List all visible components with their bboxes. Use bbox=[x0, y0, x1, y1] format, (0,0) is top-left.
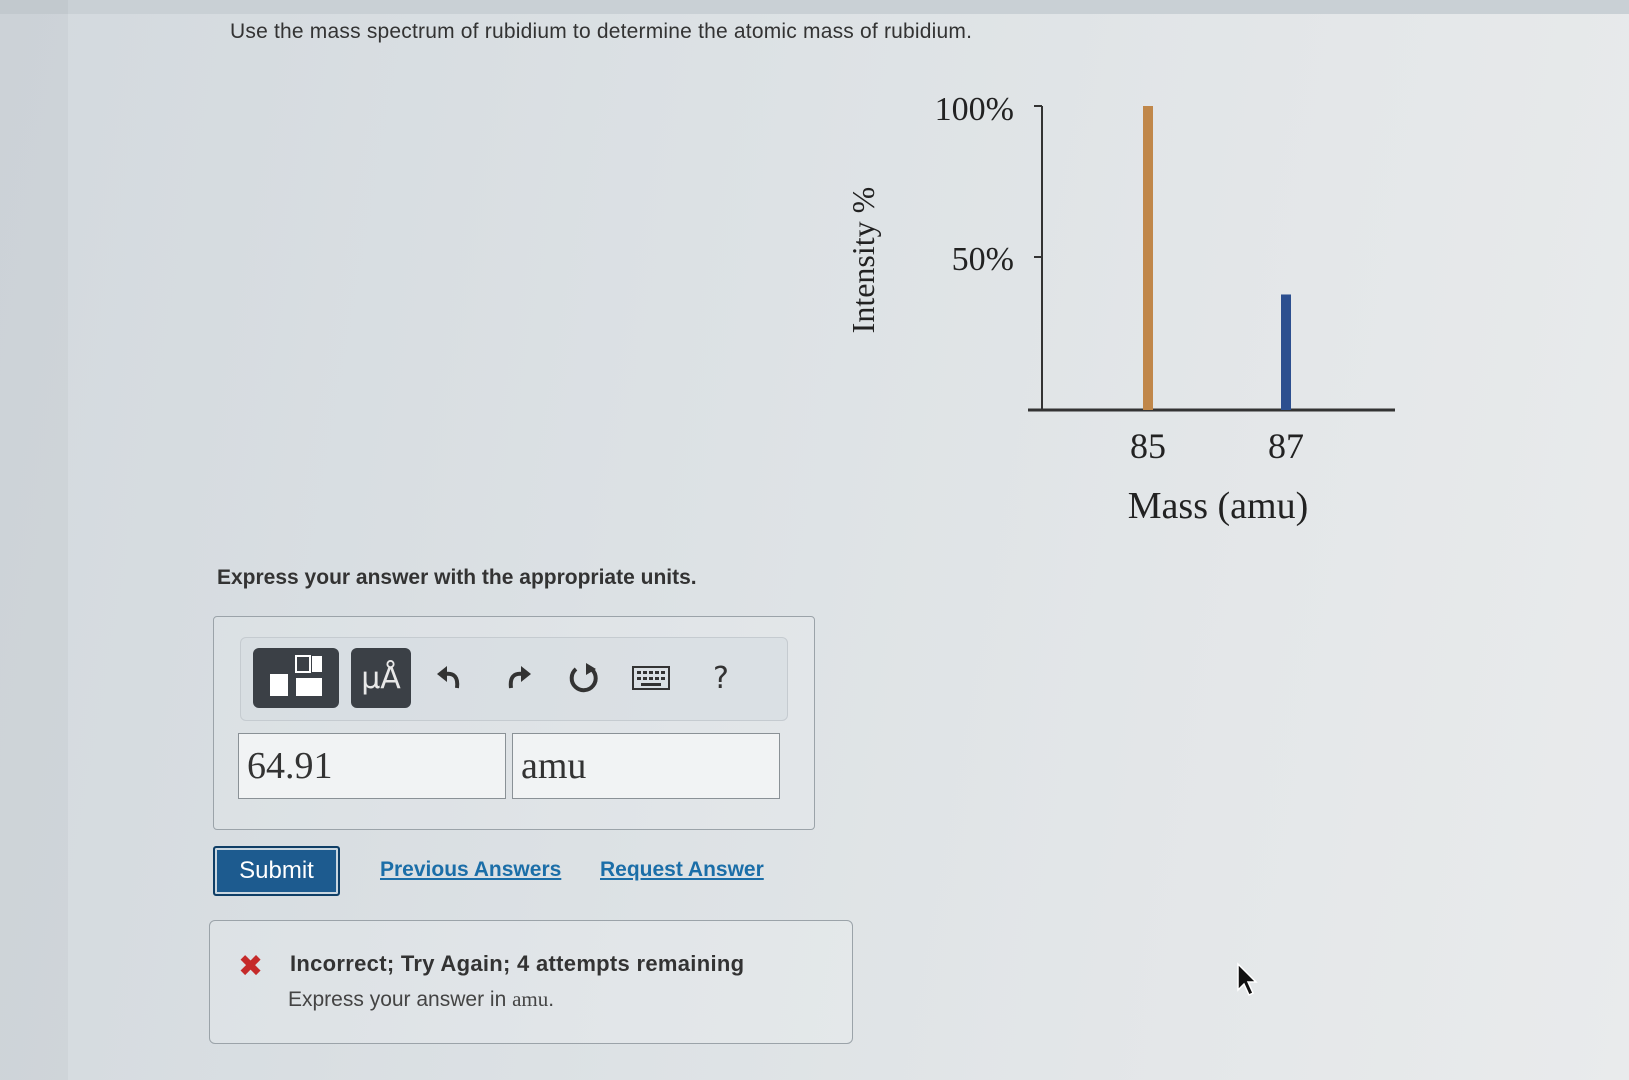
incorrect-x-icon: ✖ bbox=[238, 950, 264, 983]
answer-units-input[interactable]: amu bbox=[512, 733, 780, 799]
instructions-text: Express your answer with the appropriate… bbox=[217, 566, 697, 589]
top-bar bbox=[0, 0, 1629, 14]
x-tick-85: 85 bbox=[1130, 426, 1166, 466]
x-axis-label: Mass (amu) bbox=[1128, 485, 1308, 527]
feedback-detail-prefix: Express your answer in bbox=[288, 988, 513, 1011]
bar-87 bbox=[1281, 294, 1291, 410]
templates-icon bbox=[270, 655, 322, 696]
mass-spectrum-chart: Intensity % 100% 50% 85 87 Mass (amu) bbox=[840, 80, 1420, 545]
undo-button[interactable] bbox=[429, 656, 473, 700]
feedback-detail-unit: amu bbox=[512, 987, 549, 1011]
left-margin bbox=[0, 0, 68, 1080]
templates-button[interactable] bbox=[253, 648, 339, 708]
reset-button[interactable] bbox=[561, 656, 605, 700]
bar-85 bbox=[1143, 106, 1153, 410]
math-toolbar: µÅ ? bbox=[240, 637, 788, 721]
help-label: ? bbox=[713, 660, 729, 696]
reset-icon bbox=[569, 663, 598, 693]
answer-value-input[interactable]: 64.91 bbox=[238, 733, 506, 799]
x-tick-87: 87 bbox=[1268, 426, 1304, 466]
request-answer-link[interactable]: Request Answer bbox=[600, 858, 764, 882]
undo-icon bbox=[437, 666, 460, 689]
units-button[interactable]: µÅ bbox=[351, 648, 411, 708]
answer-panel: µÅ ? 64.91 amu bbox=[213, 616, 815, 830]
feedback-detail: Express your answer in amu. bbox=[288, 987, 554, 1012]
y-tick-100: 100% bbox=[935, 91, 1014, 128]
feedback-panel: ✖ Incorrect; Try Again; 4 attempts remai… bbox=[209, 920, 853, 1044]
units-label: µÅ bbox=[361, 660, 401, 696]
keyboard-icon bbox=[632, 666, 670, 690]
mouse-cursor-icon bbox=[1236, 962, 1260, 1003]
help-button[interactable]: ? bbox=[699, 656, 743, 700]
feedback-detail-suffix: . bbox=[548, 988, 555, 1011]
question-text: Use the mass spectrum of rubidium to det… bbox=[230, 20, 973, 43]
redo-icon bbox=[508, 666, 531, 689]
y-axis-label: Intensity % bbox=[845, 187, 881, 334]
feedback-title: Incorrect; Try Again; 4 attempts remaini… bbox=[290, 951, 745, 976]
keyboard-button[interactable] bbox=[629, 656, 673, 700]
previous-answers-link[interactable]: Previous Answers bbox=[380, 858, 561, 882]
submit-button[interactable]: Submit bbox=[213, 846, 340, 896]
mass-spectrum-svg: Intensity % 100% 50% 85 87 Mass (amu) bbox=[845, 91, 1395, 527]
y-tick-50: 50% bbox=[952, 241, 1014, 278]
redo-button[interactable] bbox=[495, 656, 539, 700]
